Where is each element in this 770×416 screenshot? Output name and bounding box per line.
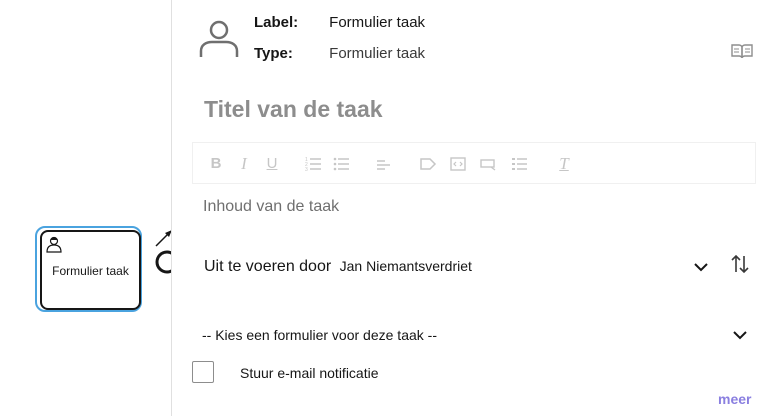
bold-button[interactable]: B [207, 155, 225, 173]
type-value: Formulier taak [329, 45, 426, 62]
task-content-input[interactable]: Inhoud van de taak [203, 198, 339, 216]
user-icon [199, 20, 239, 57]
user-task-icon [46, 236, 62, 253]
tag-icon[interactable] [419, 155, 437, 173]
label-row: Label: Formulier taak [254, 14, 425, 31]
assignee-label: Uit te voeren door [204, 258, 332, 275]
assignee-select[interactable]: Uit te voeren door Jan Niemantsverdriet [204, 258, 472, 276]
swap-vertical-icon[interactable] [730, 252, 750, 276]
more-link[interactable]: meer [718, 391, 751, 407]
bpmn-canvas[interactable]: Formulier taak [0, 0, 174, 416]
numbered-list-icon[interactable]: 1 2 3 [305, 155, 323, 173]
italic-button[interactable]: I [235, 155, 253, 173]
assignee-value: Jan Niemantsverdriet [339, 258, 472, 274]
email-notification-label: Stuur e-mail notificatie [240, 365, 379, 381]
checklist-icon[interactable] [511, 155, 529, 173]
type-key: Type: [254, 45, 293, 62]
task-node-label: Formulier taak [52, 264, 129, 278]
email-notification-checkbox[interactable] [192, 361, 214, 383]
code-block-icon[interactable] [449, 155, 467, 173]
chevron-down-icon[interactable] [731, 326, 749, 344]
label-value: Formulier taak [329, 14, 426, 31]
underline-button[interactable]: U [263, 155, 281, 173]
svg-text:3: 3 [305, 167, 308, 173]
documentation-book-icon[interactable] [730, 42, 754, 60]
form-task-node[interactable]: Formulier taak [40, 230, 141, 310]
task-title-input[interactable]: Titel van de taak [204, 96, 383, 123]
bullet-list-icon[interactable] [333, 155, 351, 173]
variable-field-icon[interactable] [479, 155, 497, 173]
properties-panel: Label: Formulier taak Type: Formulier ta… [172, 0, 770, 416]
rich-text-toolbar: B I U 1 2 3 T [192, 142, 756, 184]
form-select[interactable]: -- Kies een formulier voor deze taak -- [202, 327, 437, 343]
chevron-down-icon[interactable] [692, 258, 710, 276]
clear-format-button[interactable]: T [555, 155, 573, 173]
align-left-icon[interactable] [375, 155, 393, 173]
label-key: Label: [254, 14, 299, 31]
type-row: Type: Formulier taak [254, 45, 425, 62]
